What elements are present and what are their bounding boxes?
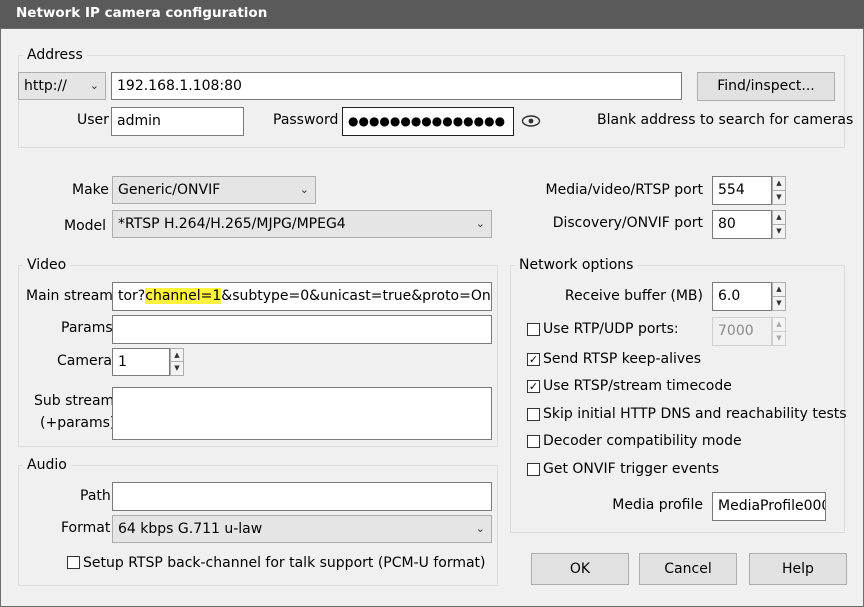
onvif-port-label: Discovery/ONVIF port [552, 215, 703, 231]
backchannel-checkbox[interactable] [67, 556, 80, 569]
rtsp-port-spinner[interactable]: ▲ ▼ [772, 176, 786, 205]
show-password-eye-icon[interactable] [521, 113, 541, 129]
network-group-label: Network options [515, 257, 638, 273]
user-label: User [77, 112, 109, 128]
sub-stream-label: Sub stream [34, 393, 115, 409]
model-value: *RTSP H.264/H.265/MJPG/MPEG4 [118, 216, 346, 232]
udp-port-spinner[interactable]: ▲ ▼ [772, 317, 786, 346]
chevron-down-icon: ⌄ [299, 183, 309, 196]
cancel-button[interactable]: Cancel [639, 553, 737, 585]
chevron-down-icon: ⌄ [475, 217, 485, 230]
spin-down-icon[interactable]: ▼ [773, 332, 785, 346]
backchannel-label: Setup RTSP back-channel for talk support… [83, 555, 486, 571]
address-group-label: Address [23, 47, 87, 63]
receive-buffer-label: Receive buffer (MB) [564, 288, 703, 304]
main-stream-text: tor? [118, 288, 146, 304]
user-input[interactable]: admin [111, 107, 244, 136]
onvif-port-input[interactable]: 80 [712, 210, 772, 239]
protocol-select[interactable]: http:// ⌄ [18, 72, 106, 100]
keepalive-label: Send RTSP keep-alives [543, 351, 702, 367]
find-inspect-button[interactable]: Find/inspect... [697, 72, 835, 101]
format-select[interactable]: 64 kbps G.711 u-law ⌄ [112, 515, 492, 543]
media-profile-input[interactable]: MediaProfile000 [712, 492, 826, 521]
spin-down-icon[interactable]: ▼ [171, 362, 183, 375]
spin-down-icon[interactable]: ▼ [773, 191, 785, 205]
camera-label: Camera [57, 353, 112, 369]
path-label: Path [80, 488, 111, 504]
onvif-events-label: Get ONVIF trigger events [543, 461, 719, 477]
audio-group-label: Audio [23, 457, 71, 473]
model-select[interactable]: *RTSP H.264/H.265/MJPG/MPEG4 ⌄ [112, 210, 492, 238]
rtsp-port-input[interactable]: 554 [712, 176, 772, 205]
decoder-compat-checkbox[interactable] [527, 435, 540, 448]
params-input[interactable] [112, 315, 492, 344]
skip-dns-label: Skip initial HTTP DNS and reachability t… [543, 406, 847, 422]
udp-ports-label: Use RTP/UDP ports: [543, 321, 679, 337]
spin-down-icon[interactable]: ▼ [773, 225, 785, 239]
ok-button[interactable]: OK [531, 553, 629, 585]
chevron-down-icon: ⌄ [475, 522, 485, 535]
timecode-checkbox[interactable]: ✓ [527, 380, 540, 393]
onvif-port-spinner[interactable]: ▲ ▼ [772, 210, 786, 239]
camera-input[interactable]: 1 [112, 348, 170, 376]
make-label: Make [72, 182, 109, 198]
spin-up-icon[interactable]: ▲ [773, 283, 785, 297]
model-label: Model [64, 218, 107, 234]
make-value: Generic/ONVIF [118, 182, 221, 198]
main-stream-input[interactable]: tor?channel=1&subtype=0&unicast=true&pro… [112, 282, 492, 311]
udp-port-input[interactable]: 7000 [712, 317, 772, 346]
chevron-down-icon: ⌄ [89, 79, 99, 92]
spin-up-icon[interactable]: ▲ [773, 211, 785, 225]
title-bar: Network IP camera configuration [0, 0, 864, 28]
dialog-body: Address http:// ⌄ 192.168.1.108:80 Find/… [0, 28, 864, 607]
address-input[interactable]: 192.168.1.108:80 [111, 72, 682, 100]
main-stream-label: Main stream [26, 288, 113, 304]
rtsp-port-label: Media/video/RTSP port [545, 182, 703, 198]
help-button[interactable]: Help [749, 553, 847, 585]
password-input[interactable]: ●●●●●●●●●●●●●●● [342, 107, 514, 136]
protocol-value: http:// [24, 78, 67, 94]
spin-up-icon[interactable]: ▲ [171, 349, 183, 362]
media-profile-label: Media profile [612, 497, 703, 513]
path-input[interactable] [112, 482, 492, 511]
decoder-compat-label: Decoder compatibility mode [543, 433, 742, 449]
address-hint: Blank address to search for cameras [597, 112, 854, 128]
timecode-label: Use RTSP/stream timecode [543, 378, 732, 394]
udp-ports-checkbox[interactable] [527, 323, 540, 336]
params-label: Params [61, 320, 113, 336]
spin-up-icon[interactable]: ▲ [773, 177, 785, 191]
sub-stream-input[interactable] [112, 387, 492, 440]
keepalive-checkbox[interactable]: ✓ [527, 353, 540, 366]
spin-up-icon[interactable]: ▲ [773, 318, 785, 332]
main-stream-highlight: channel=1 [145, 288, 222, 304]
make-select[interactable]: Generic/ONVIF ⌄ [112, 176, 316, 204]
main-stream-text-rest: &subtype=0&unicast=true&proto=Onvif [221, 288, 492, 304]
video-group-label: Video [23, 257, 71, 273]
spin-down-icon[interactable]: ▼ [773, 297, 785, 311]
receive-buffer-input[interactable]: 6.0 [712, 282, 772, 311]
skip-dns-checkbox[interactable] [527, 408, 540, 421]
format-value: 64 kbps G.711 u-law [118, 521, 263, 537]
onvif-events-checkbox[interactable] [527, 463, 540, 476]
camera-spinner[interactable]: ▲ ▼ [170, 348, 184, 376]
receive-buffer-spinner[interactable]: ▲ ▼ [772, 282, 786, 311]
password-label: Password [273, 112, 339, 128]
window-title: Network IP camera configuration [16, 5, 268, 21]
sub-params-label: (+params) [40, 415, 116, 431]
format-label: Format [61, 520, 111, 536]
